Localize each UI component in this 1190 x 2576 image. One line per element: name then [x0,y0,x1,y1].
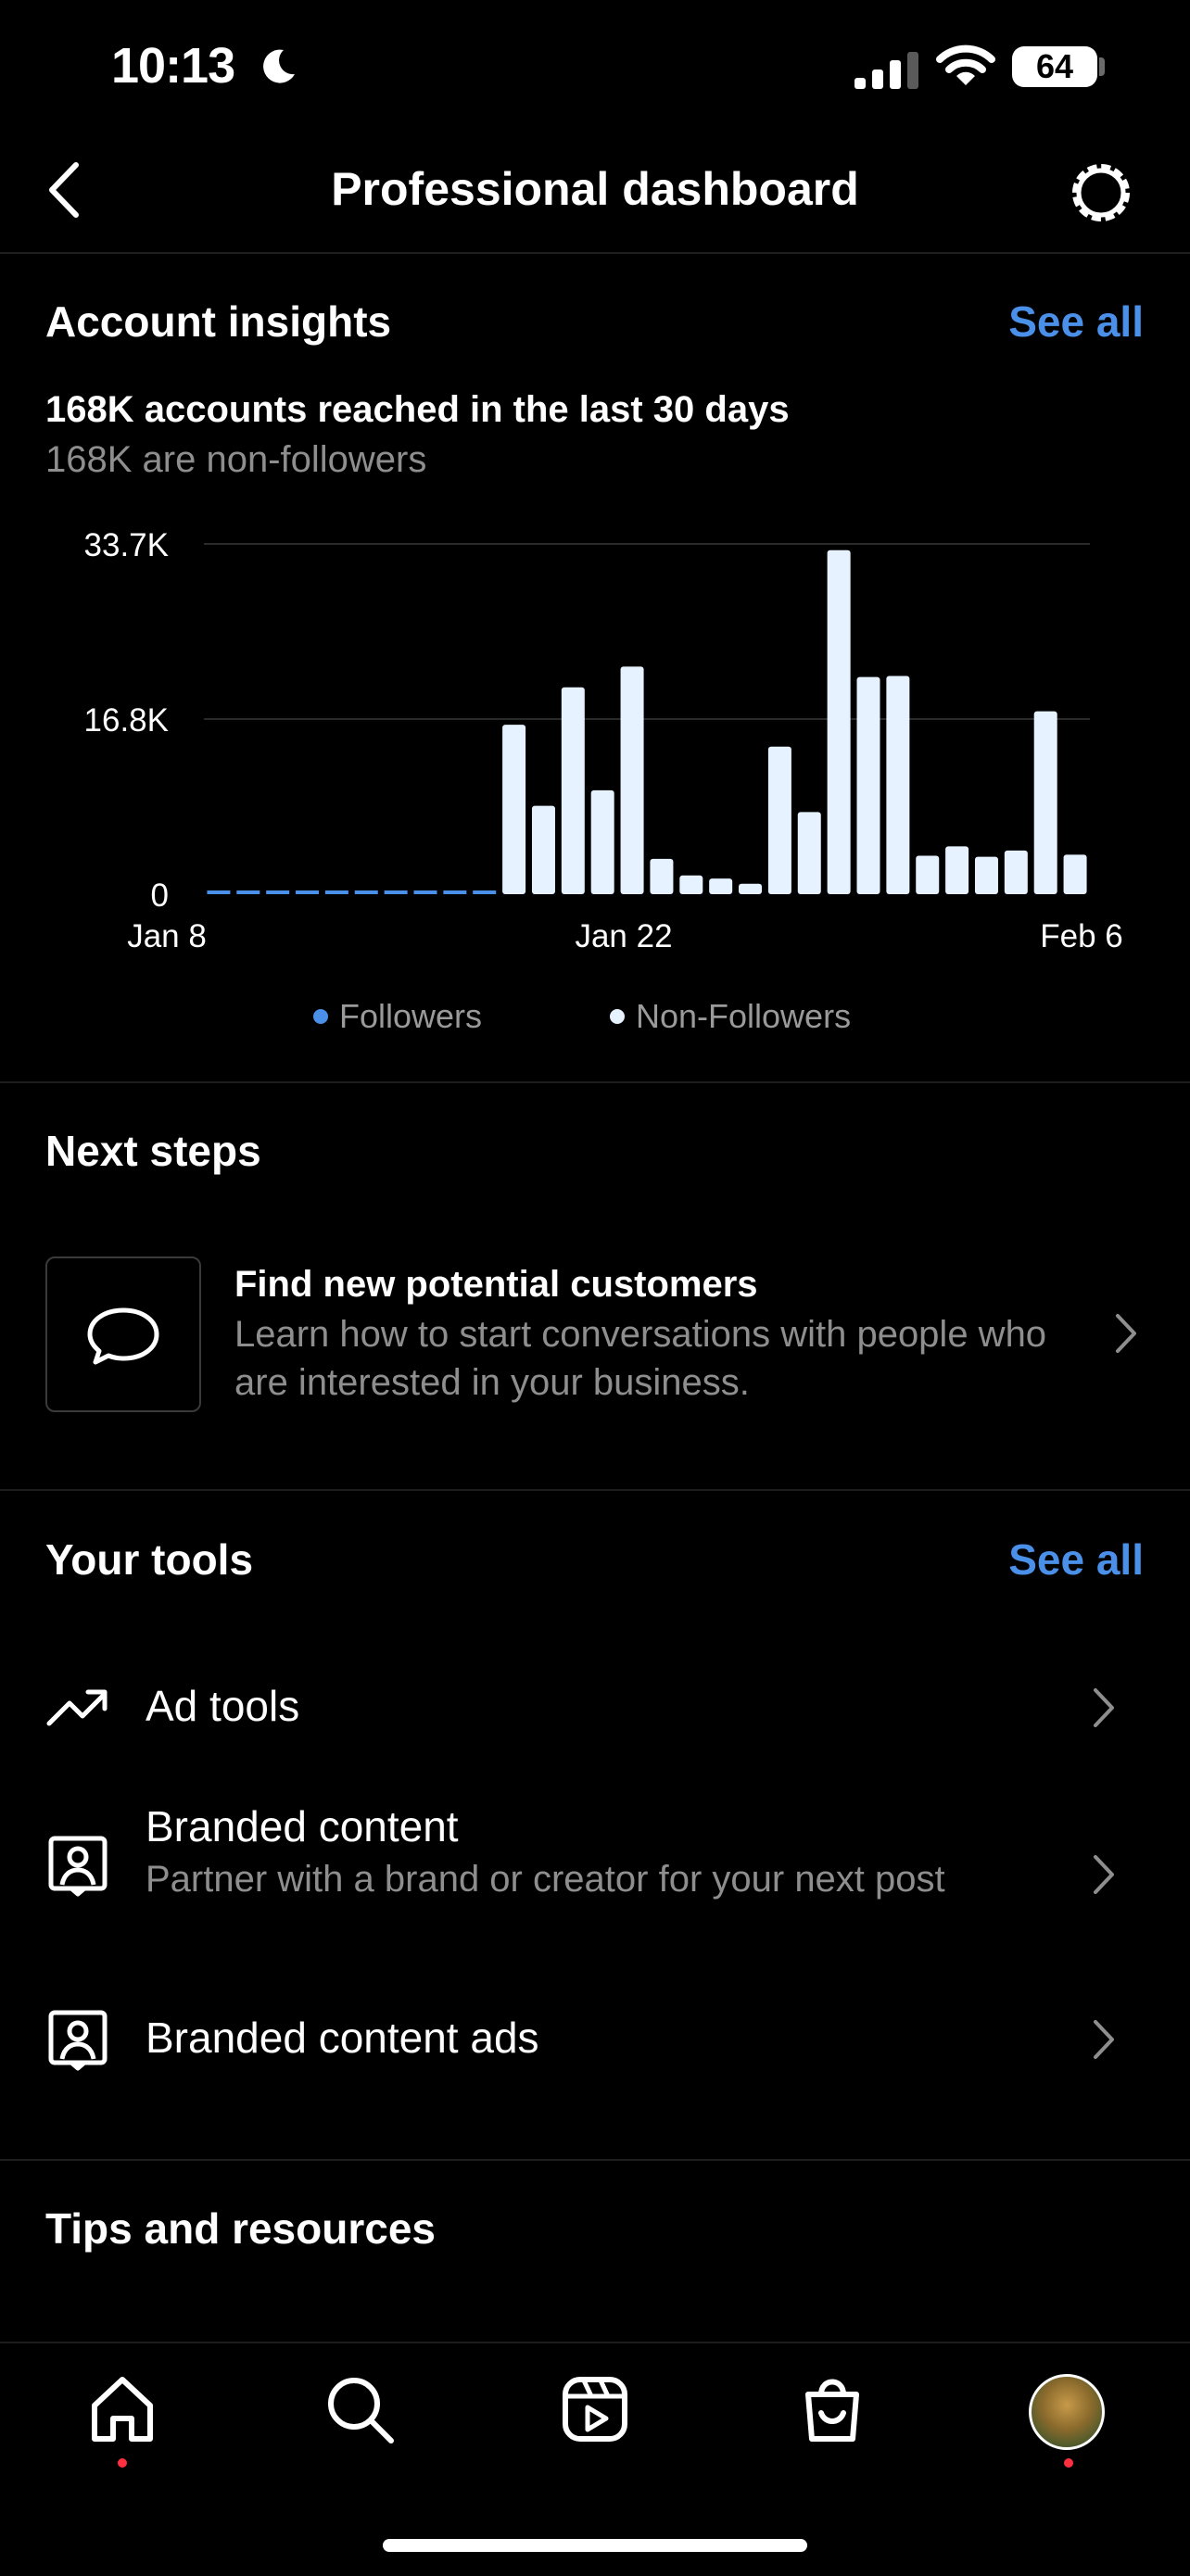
tools-title: Your tools [45,1535,254,1584]
bar-non-followers [886,676,910,894]
status-time: 10:13 [111,38,235,94]
bar-non-followers [916,855,940,894]
section-divider [0,1489,1190,1491]
bar-followers [443,890,467,894]
page-title: Professional dashboard [331,163,859,215]
legend-non-followers-label: Non-Followers [636,997,852,1035]
bar-followers [354,890,378,894]
bar-non-followers [974,856,998,894]
card-chevron-right-icon[interactable] [1112,1312,1140,1355]
bar-followers [384,890,408,894]
moon-icon [263,49,295,83]
bar-non-followers [767,746,791,894]
header-divider [0,252,1190,254]
reels-icon[interactable] [558,2372,632,2446]
bar-non-followers [797,812,821,894]
reach-bar-chart: 33.7K 16.8K 0 Jan 8 Jan 22 Feb 6 [84,527,1123,954]
bar-non-followers [709,878,733,894]
bar-non-followers [827,549,851,894]
profile-notification-dot [1064,2458,1073,2468]
bar-followers [324,890,348,894]
bar-non-followers [1004,850,1028,894]
person-badge-icon [48,2010,108,2071]
battery-cap [1099,57,1105,76]
non-followers-text: 168K are non-followers [45,439,427,480]
x-tick-label: Jan 8 [127,918,207,954]
bar-followers [207,890,231,894]
legend-non-followers: Non-Followers [610,997,851,1036]
accounts-reached-text: 168K accounts reached in the last 30 day… [45,389,790,430]
home-icon[interactable] [85,2372,159,2446]
wifi-icon [936,44,995,85]
bar-non-followers [679,875,703,894]
bar-non-followers [531,805,555,894]
insights-title: Account insights [45,297,392,346]
bar-followers [473,890,497,894]
y-tick-label: 16.8K [84,702,169,739]
cellular-signal-icon [855,52,918,89]
bar-followers [266,890,290,894]
insights-see-all-link[interactable]: See all [1008,297,1144,347]
next-steps-title: Next steps [45,1127,261,1175]
home-notification-dot [118,2458,127,2468]
bar-non-followers [561,687,585,894]
tool-branded-content-ads-label[interactable]: Branded content ads [146,2013,539,2063]
legend-followers-label: Followers [339,997,483,1035]
bar-non-followers [739,883,763,894]
tips-title: Tips and resources [45,2204,436,2253]
card-title[interactable]: Find new potential customers [234,1264,758,1306]
x-tick-label: Feb 6 [1040,918,1123,954]
settings-gear-icon[interactable] [1066,158,1136,228]
tool-ad-tools-label[interactable]: Ad tools [146,1681,299,1731]
profile-avatar[interactable] [1029,2374,1105,2450]
tool-ad-tools-chevron-icon[interactable] [1090,1686,1118,1729]
bar-followers [413,890,437,894]
section-divider [0,2159,1190,2161]
bar-followers [236,890,260,894]
bar-followers [296,890,320,894]
shop-icon[interactable] [795,2372,869,2446]
bar-non-followers [502,725,526,894]
tool-branded-content-description: Partner with a brand or creator for your… [146,1859,945,1900]
legend-followers-dot [313,1009,328,1024]
battery-indicator: 64 [1012,46,1097,87]
tool-branded-content-label[interactable]: Branded content [146,1801,459,1851]
bar-non-followers [590,789,614,894]
bar-non-followers [620,666,644,894]
person-badge-icon [48,1836,108,1897]
tool-branded-content-chevron-icon[interactable] [1090,1853,1118,1896]
home-indicator [383,2539,807,2552]
conversation-card-icon-box[interactable] [45,1256,201,1412]
tools-see-all-link[interactable]: See all [1008,1534,1144,1585]
bar-non-followers [650,858,674,894]
y-tick-label: 33.7K [84,527,169,563]
legend-followers: Followers [313,997,482,1036]
card-description: Learn how to start conversations with pe… [234,1314,1047,1403]
bar-non-followers [1033,711,1057,894]
bar-non-followers [1063,854,1087,894]
y-tick-label: 0 [151,878,169,914]
search-icon[interactable] [323,2372,397,2446]
chat-bubble-icon [87,1307,159,1365]
section-divider [0,1081,1190,1083]
legend-non-followers-dot [610,1009,625,1024]
bar-non-followers [856,676,880,894]
x-tick-label: Jan 22 [575,918,672,954]
tool-branded-content-ads-chevron-icon[interactable] [1090,2018,1118,2061]
trending-up-icon [46,1689,108,1726]
bar-non-followers [945,846,969,894]
